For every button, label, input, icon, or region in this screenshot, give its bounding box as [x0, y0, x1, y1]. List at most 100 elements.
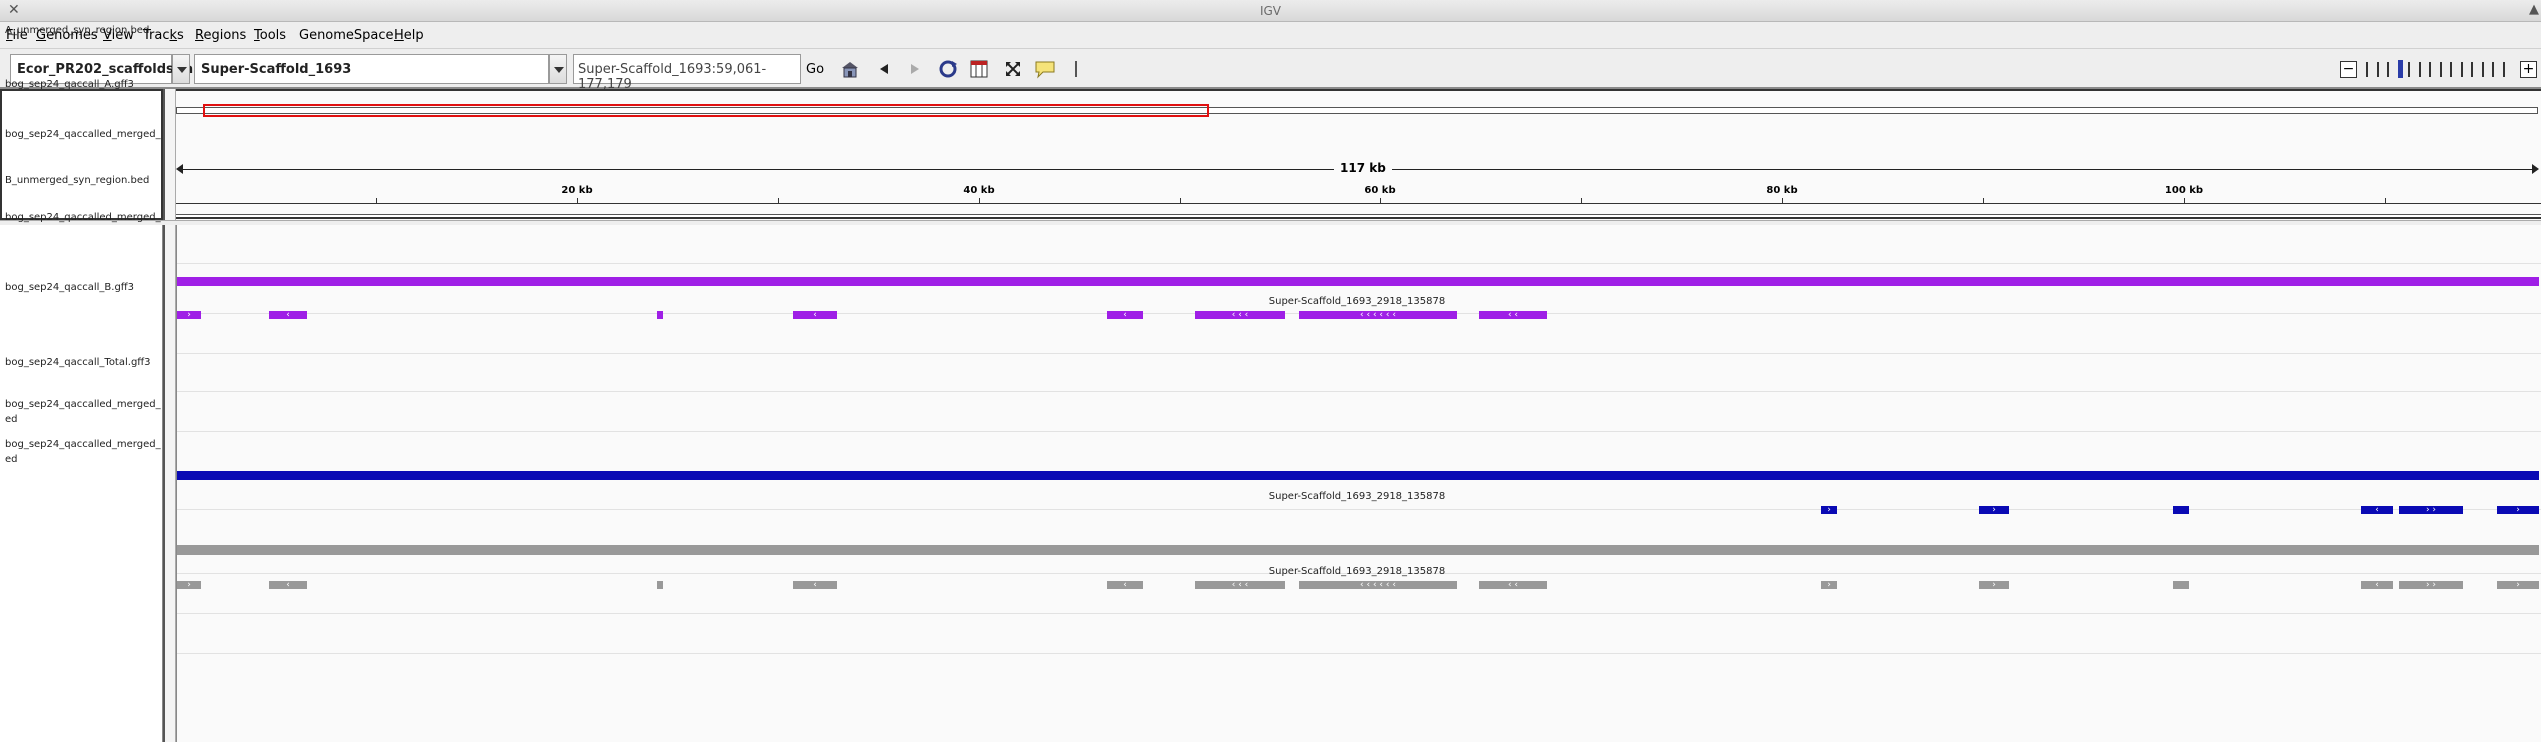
genome-dropdown-icon[interactable]	[172, 54, 190, 84]
gene-feature-b[interactable]: ‹	[2361, 506, 2393, 514]
zoom-tick[interactable]	[2460, 62, 2463, 77]
gene-feature-b[interactable]	[2173, 506, 2189, 514]
feature-label: Super-Scaffold_1693_2918_135878	[1268, 566, 1446, 577]
locus-input[interactable]: Super-Scaffold_1693:59,061-177,179	[573, 54, 801, 92]
zoom-tick[interactable]	[2408, 62, 2410, 77]
ruler-bottom-bar	[176, 214, 2541, 219]
gene-feature-total[interactable]: ‹ ‹	[1479, 581, 1547, 589]
ruler-tick	[2385, 198, 2386, 204]
track-name-b-bed[interactable]: B_unmerged_syn_region.bed	[5, 173, 163, 188]
zoom-tick[interactable]	[2502, 62, 2505, 77]
track-name-m2[interactable]: bog_sep24_qaccalled_merged_ed	[5, 437, 163, 467]
zoom-tick[interactable]	[2366, 62, 2368, 77]
syn-region-band-a[interactable]	[177, 277, 2539, 286]
gene-feature-a[interactable]: ‹	[1107, 311, 1143, 319]
ruler-line-icon[interactable]	[1074, 59, 1078, 84]
menu-label-part: s	[177, 28, 184, 43]
ruler-tick	[1380, 198, 1381, 204]
go-button[interactable]: Go	[806, 62, 824, 77]
gene-feature-total[interactable]: ‹	[1107, 581, 1143, 589]
gene-feature-total[interactable]: ‹ ‹ ‹	[1195, 581, 1285, 589]
gene-feature-a[interactable]: ‹	[269, 311, 307, 319]
popup-text-icon[interactable]	[1034, 59, 1056, 84]
zoom-tick[interactable]	[2492, 62, 2494, 77]
zoom-in-button[interactable]: +	[2520, 61, 2537, 78]
menu-item-4[interactable]: Regions	[195, 28, 246, 43]
gene-feature-a[interactable]: ‹	[793, 311, 837, 319]
gene-feature-a[interactable]: ‹ ‹ ‹ ‹ ‹ ‹	[1299, 311, 1457, 319]
zoom-tick[interactable]	[2439, 62, 2442, 77]
data-panel[interactable]: Super-Scaffold_1693_2918_135878 › ‹ ‹ ‹ ‹ ‹ ‹…	[176, 225, 2541, 742]
ruler-tick	[1782, 198, 1783, 204]
zoom-out-button[interactable]: −	[2340, 61, 2357, 78]
menu-bar: File Genomes View Tracks Regions Tools GenomeS…	[0, 22, 2541, 49]
gene-feature-a[interactable]: ‹ ‹	[1479, 311, 1547, 319]
track-name-a-bed[interactable]: A_unmerged_syn_region.bed	[5, 23, 163, 38]
track-name-total-gff[interactable]: bog_sep24_qaccall_Total.gff3	[5, 355, 163, 370]
chromosome-select[interactable]: Super-Scaffold_1693	[194, 54, 549, 84]
track-divider	[177, 653, 2541, 654]
region-navigator-icon[interactable]	[970, 59, 988, 84]
zoom-tick[interactable]	[2418, 62, 2421, 77]
gene-feature-total[interactable]: ‹ ‹ ‹ ‹ ‹ ‹	[1299, 581, 1457, 589]
feature-label: Super-Scaffold_1693_2918_135878	[1268, 491, 1446, 502]
zoom-tick[interactable]	[2387, 62, 2389, 77]
zoom-tick[interactable]	[2481, 62, 2484, 77]
ruler-panel[interactable]: 117 kb 20 kb40 kb60 kb80 kb100 kb120 kb	[176, 89, 2541, 220]
menu-label-part: GenomeSpace	[299, 28, 394, 43]
ruler-tick	[2184, 198, 2185, 204]
refresh-icon[interactable]	[937, 59, 959, 84]
menu-label-part: elp	[403, 28, 424, 43]
ruler-tick	[979, 198, 980, 204]
gene-feature-total[interactable]	[2173, 581, 2189, 589]
syn-region-band-b[interactable]	[177, 471, 2539, 480]
zoom-tick[interactable]	[2376, 62, 2379, 77]
gene-feature-b[interactable]: ›	[1979, 506, 2009, 514]
toolbar: Ecor_PR202_scaffolds.fa Super-Scaffold_1…	[0, 49, 2541, 92]
gene-feature-total[interactable]	[657, 581, 663, 589]
zoom-tick[interactable]	[2429, 62, 2431, 77]
gene-feature-total[interactable]: ‹	[269, 581, 307, 589]
syn-region-band-total[interactable]	[177, 545, 2539, 555]
home-icon[interactable]	[840, 59, 860, 84]
menu-item-7[interactable]: Help	[394, 28, 424, 43]
menu-label-part: ools	[259, 28, 287, 43]
ruler-tick	[778, 198, 779, 204]
chromosome-dropdown-icon[interactable]	[549, 54, 567, 84]
gene-feature-a[interactable]: ‹ ‹ ‹	[1195, 311, 1285, 319]
gene-feature-b[interactable]: ›	[2497, 506, 2539, 514]
back-icon[interactable]	[876, 59, 892, 84]
menu-mnemonic: H	[394, 28, 404, 43]
forward-icon[interactable]	[907, 59, 923, 84]
header-name-panel	[0, 89, 163, 220]
attribute-panel	[163, 89, 176, 742]
gene-feature-total[interactable]: ›	[177, 581, 201, 589]
zoom-tick[interactable]	[2450, 62, 2452, 77]
track-name-a-merged[interactable]: bog_sep24_qaccalled_merged_	[5, 127, 163, 142]
zoom-thumb[interactable]	[2397, 60, 2403, 78]
gene-feature-total[interactable]: ›	[2497, 581, 2539, 589]
gene-feature-a[interactable]: ›	[177, 311, 201, 319]
gene-feature-total[interactable]: ‹	[2361, 581, 2393, 589]
track-divider	[177, 613, 2541, 614]
gene-feature-total[interactable]: › ›	[2399, 581, 2463, 589]
track-name-m1[interactable]: bog_sep24_qaccalled_merged_ed	[5, 397, 163, 427]
gene-feature-a[interactable]	[657, 311, 663, 319]
menu-item-6[interactable]: GenomeSpace	[299, 28, 394, 43]
ruler-tick-label: 80 kb	[1766, 185, 1798, 196]
gene-feature-total[interactable]: ›	[1979, 581, 2009, 589]
gene-feature-total[interactable]: ›	[1821, 581, 1837, 589]
zoom-tick[interactable]	[2471, 62, 2473, 77]
maximize-icon[interactable]: ▲	[2529, 2, 2539, 17]
track-name-panel: A_unmerged_syn_region.bed bog_sep24_qacca…	[0, 25, 163, 742]
resize-to-window-icon[interactable]	[1004, 59, 1022, 84]
current-view-indicator	[203, 104, 1209, 117]
gene-feature-b[interactable]: › ›	[2399, 506, 2463, 514]
track-name-b-merged[interactable]: bog_sep24_qaccalled_merged_	[5, 210, 163, 225]
track-name-b-gff[interactable]: bog_sep24_qaccall_B.gff3	[5, 280, 163, 295]
track-divider	[177, 353, 2541, 354]
gene-feature-b[interactable]: ›	[1821, 506, 1837, 514]
menu-item-5[interactable]: Tools	[254, 28, 286, 43]
gene-feature-total[interactable]: ‹	[793, 581, 837, 589]
track-name-a-gff[interactable]: bog_sep24_qaccall_A.gff3	[5, 77, 163, 92]
